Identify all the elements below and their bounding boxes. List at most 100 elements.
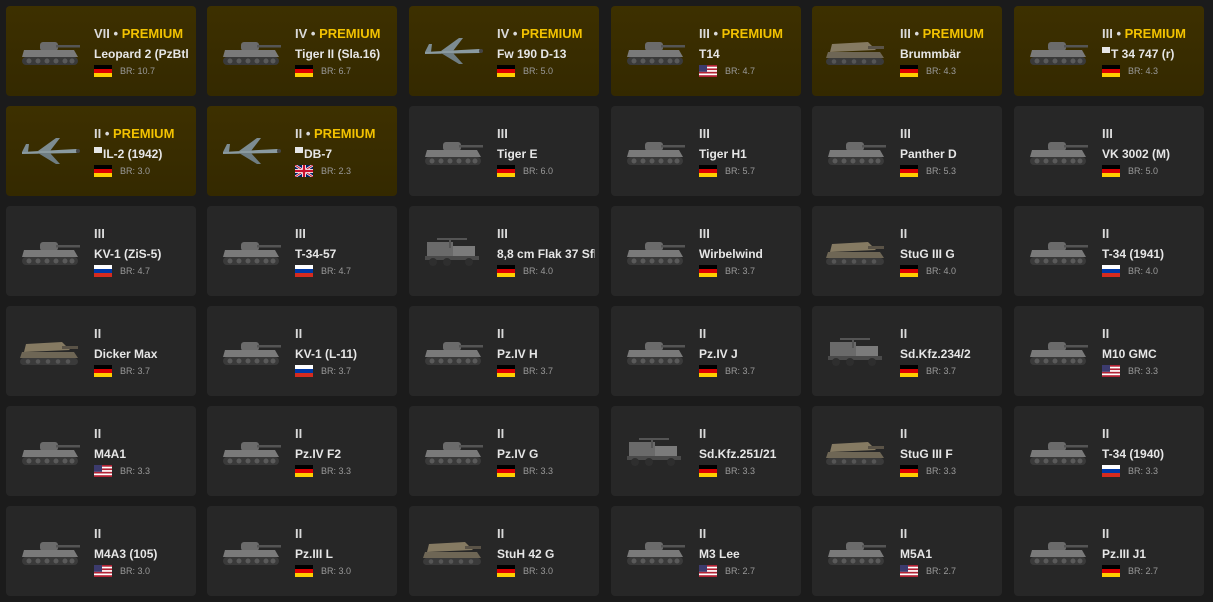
vehicle-rank: II • PREMIUM: [295, 126, 393, 142]
vehicle-card[interactable]: II Dicker Max BR: 3.7: [6, 306, 196, 396]
vehicle-rank: III • PREMIUM: [699, 26, 797, 42]
vehicle-card[interactable]: IV • PREMIUM Tiger II (Sla.16) BR: 6.7: [207, 6, 397, 96]
vehicle-card[interactable]: III • PREMIUM T14 BR: 4.7: [611, 6, 801, 96]
vehicle-card[interactable]: II Pz.IV J BR: 3.7: [611, 306, 801, 396]
vehicle-rank: II: [497, 326, 595, 342]
premium-label: PREMIUM: [113, 126, 175, 141]
vehicle-card[interactable]: II Pz.III L BR: 3.0: [207, 506, 397, 596]
vehicle-name-text: StuG III G: [900, 247, 955, 261]
vehicle-card[interactable]: III • PREMIUM T 34 747 (r) BR: 4.3: [1014, 6, 1204, 96]
vehicle-info: II • PREMIUM DB-7 BR: 2.3: [295, 126, 393, 177]
battle-rating-row: BR: 3.0: [94, 165, 192, 177]
battle-rating-row: BR: 3.7: [295, 365, 393, 377]
vehicle-info: II Pz.IV F2 BR: 3.3: [295, 426, 393, 477]
vehicle-info: II M4A3 (105) BR: 3.0: [94, 526, 192, 577]
vehicle-info: II M5A1 BR: 2.7: [900, 526, 998, 577]
germany-flag-icon: [497, 65, 515, 77]
vehicle-card[interactable]: III Tiger E BR: 6.0: [409, 106, 599, 196]
battle-rating: BR: 3.7: [321, 366, 352, 376]
vehicle-card[interactable]: III VK 3002 (M) BR: 5.0: [1014, 106, 1204, 196]
vehicle-card[interactable]: II StuH 42 G BR: 3.0: [409, 506, 599, 596]
vehicle-card[interactable]: II M4A1 BR: 3.3: [6, 406, 196, 496]
rank-numeral: III: [94, 226, 105, 241]
vehicle-card[interactable]: III KV-1 (ZiS-5) BR: 4.7: [6, 206, 196, 296]
rank-separator: •: [302, 126, 315, 141]
battle-rating: BR: 5.0: [523, 66, 554, 76]
vehicle-card[interactable]: II Pz.IV H BR: 3.7: [409, 306, 599, 396]
rank-numeral: III: [699, 126, 710, 141]
vehicle-card[interactable]: II StuG III F BR: 3.3: [812, 406, 1002, 496]
vehicle-card[interactable]: II StuG III G BR: 4.0: [812, 206, 1002, 296]
vehicle-info: III T-34-57 BR: 4.7: [295, 226, 393, 277]
vehicle-info: IV • PREMIUM Tiger II (Sla.16) BR: 6.7: [295, 26, 393, 77]
rank-numeral: II: [1102, 226, 1110, 241]
vehicle-card[interactable]: III Tiger H1 BR: 5.7: [611, 106, 801, 196]
premium-label: PREMIUM: [319, 26, 381, 41]
vehicle-info: III • PREMIUM T14 BR: 4.7: [699, 26, 797, 77]
truck-thumbnail-icon: [822, 330, 890, 372]
vehicle-card[interactable]: II Sd.Kfz.251/21 BR: 3.3: [611, 406, 801, 496]
vehicle-rank: II: [699, 526, 797, 542]
vehicle-info: III 8,8 cm Flak 37 Sfl. BR: 4.0: [497, 226, 595, 277]
vehicle-card[interactable]: III T-34-57 BR: 4.7: [207, 206, 397, 296]
vehicle-name: Brummbär: [900, 46, 998, 62]
russia-flag-icon: [94, 265, 112, 277]
vehicle-card[interactable]: VII • PREMIUM Leopard 2 (PzBtl 123) BR: 10…: [6, 6, 196, 96]
vehicle-card[interactable]: II • PREMIUM IL-2 (1942) BR: 3.0: [6, 106, 196, 196]
vehicle-card[interactable]: II Pz.IV F2 BR: 3.3: [207, 406, 397, 496]
vehicle-card[interactable]: III 8,8 cm Flak 37 Sfl. BR: 4.0: [409, 206, 599, 296]
vehicle-card[interactable]: II KV-1 (L-11) BR: 3.7: [207, 306, 397, 396]
germany-flag-icon: [497, 165, 515, 177]
tank-thumbnail-icon: [217, 230, 285, 272]
vehicle-name: IL-2 (1942): [94, 146, 192, 162]
vehicle-rank: II: [900, 326, 998, 342]
squadron-marker-icon: [1102, 47, 1110, 53]
tank-thumbnail-icon: [822, 130, 890, 172]
vehicle-card[interactable]: IV • PREMIUM Fw 190 D-13 BR: 5.0: [409, 6, 599, 96]
battle-rating-row: BR: 4.3: [1102, 65, 1200, 77]
vehicle-rank: II: [1102, 426, 1200, 442]
vehicle-card[interactable]: II Sd.Kfz.234/2 BR: 3.7: [812, 306, 1002, 396]
vehicle-name-text: T-34 (1941): [1102, 247, 1165, 261]
vehicle-rank: II: [94, 426, 192, 442]
vehicle-card[interactable]: II M3 Lee BR: 2.7: [611, 506, 801, 596]
battle-rating-row: BR: 3.3: [94, 465, 192, 477]
vehicle-card[interactable]: II T-34 (1941) BR: 4.0: [1014, 206, 1204, 296]
vehicle-name: M5A1: [900, 546, 998, 562]
vehicle-name: Pz.IV F2: [295, 446, 393, 462]
spg-thumbnail-icon: [822, 430, 890, 472]
battle-rating-row: BR: 3.7: [699, 265, 797, 277]
battle-rating: BR: 3.3: [1128, 466, 1159, 476]
battle-rating-row: BR: 4.7: [94, 265, 192, 277]
usa-flag-icon: [900, 565, 918, 577]
battle-rating: BR: 4.0: [1128, 266, 1159, 276]
usa-flag-icon: [699, 565, 717, 577]
vehicle-name: M10 GMC: [1102, 346, 1200, 362]
vehicle-card[interactable]: II M10 GMC BR: 3.3: [1014, 306, 1204, 396]
vehicle-rank: II: [699, 326, 797, 342]
vehicle-card[interactable]: II Pz.III J1 BR: 2.7: [1014, 506, 1204, 596]
vehicle-card[interactable]: II M4A3 (105) BR: 3.0: [6, 506, 196, 596]
vehicle-info: II Sd.Kfz.251/21 BR: 3.3: [699, 426, 797, 477]
vehicle-info: II Pz.IV H BR: 3.7: [497, 326, 595, 377]
tank-thumbnail-icon: [217, 330, 285, 372]
vehicle-name: M4A3 (105): [94, 546, 192, 562]
vehicle-card[interactable]: II T-34 (1940) BR: 3.3: [1014, 406, 1204, 496]
premium-label: PREMIUM: [121, 26, 184, 41]
spg-thumbnail-icon: [822, 30, 890, 72]
vehicle-name-text: T-34-57: [295, 247, 337, 261]
vehicle-card[interactable]: III Wirbelwind BR: 3.7: [611, 206, 801, 296]
vehicle-name: Dicker Max: [94, 346, 192, 362]
vehicle-card[interactable]: III • PREMIUM Brummbär BR: 4.3: [812, 6, 1002, 96]
battle-rating-row: BR: 10.7: [94, 65, 192, 77]
germany-flag-icon: [699, 365, 717, 377]
battle-rating: BR: 5.7: [725, 166, 756, 176]
vehicle-name: StuG III F: [900, 446, 998, 462]
vehicle-name: Pz.III J1: [1102, 546, 1200, 562]
rank-numeral: II: [497, 426, 505, 441]
vehicle-name-text: M4A3 (105): [94, 547, 158, 561]
vehicle-card[interactable]: II M5A1 BR: 2.7: [812, 506, 1002, 596]
vehicle-card[interactable]: II • PREMIUM DB-7 BR: 2.3: [207, 106, 397, 196]
vehicle-card[interactable]: II Pz.IV G BR: 3.3: [409, 406, 599, 496]
vehicle-card[interactable]: III Panther D BR: 5.3: [812, 106, 1002, 196]
